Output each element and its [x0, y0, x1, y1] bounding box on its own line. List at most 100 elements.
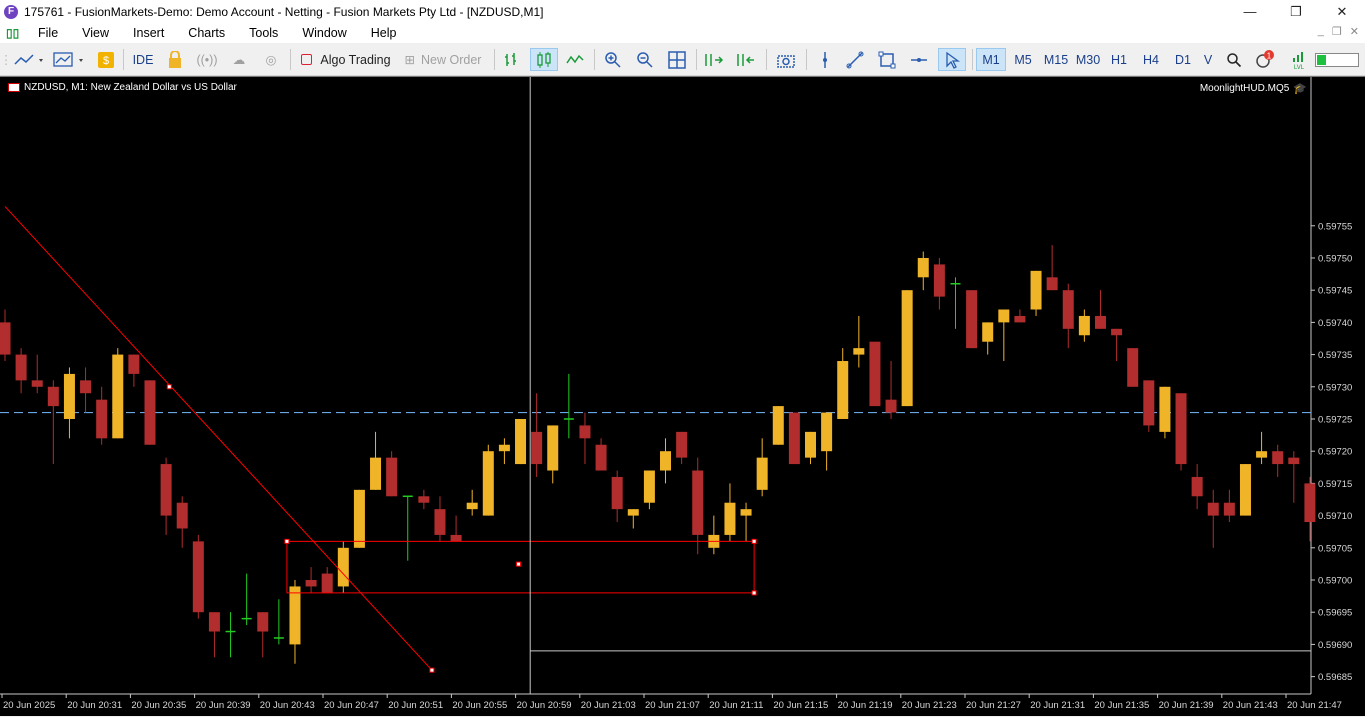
timeframe-h1[interactable]: H1: [1104, 48, 1134, 71]
candle-body: [1223, 502, 1235, 516]
menu-charts[interactable]: Charts: [176, 26, 237, 40]
candle-body: [321, 573, 333, 593]
candle-body: [740, 509, 752, 516]
candle-body: [1159, 386, 1171, 432]
time-tick-label: 20 Jun 21:11: [709, 700, 763, 711]
candle-body: [1127, 348, 1139, 387]
timeframe-m15[interactable]: M15: [1040, 48, 1072, 71]
price-tick-label: 0.59730: [1318, 382, 1352, 393]
menu-tools[interactable]: Tools: [237, 26, 290, 40]
menu-insert[interactable]: Insert: [121, 26, 176, 40]
algo-trading-button[interactable]: Algo Trading: [296, 48, 396, 71]
signal-strength-icon[interactable]: LVL: [1288, 48, 1310, 71]
trend-line-icon[interactable]: [842, 48, 868, 71]
timeframe-m5[interactable]: M5: [1008, 48, 1038, 71]
candle-body: [305, 580, 317, 587]
new-order-button[interactable]: ⊞ New Order: [398, 48, 488, 71]
mdi-restore-button[interactable]: ❐: [1332, 25, 1342, 38]
time-tick-label: 20 Jun 20:39: [196, 700, 251, 711]
candle-body: [47, 386, 59, 407]
candle-body: [1191, 476, 1203, 497]
maximize-button[interactable]: ❐: [1273, 0, 1319, 23]
timeframe-m30[interactable]: M30: [1072, 48, 1104, 71]
indicator-name: MoonlightHUD.MQ5: [1199, 83, 1290, 94]
svg-text:$: $: [103, 55, 109, 67]
strategy-tester-icon[interactable]: [162, 48, 188, 71]
zoom-in-icon[interactable]: [600, 48, 626, 71]
price-chart[interactable]: 0.59755 0.59750 0.59745 0.59740 0.59735 0.597…: [0, 77, 1365, 717]
menu-help[interactable]: Help: [359, 26, 409, 40]
market-icon[interactable]: $: [94, 48, 118, 71]
new-chart-icon[interactable]: [12, 48, 48, 71]
candle-body: [257, 612, 269, 632]
candle-body: [1111, 328, 1123, 336]
ide-button[interactable]: IDE: [128, 48, 158, 71]
cursor-tool-icon[interactable]: [938, 48, 966, 71]
tile-windows-icon[interactable]: [664, 48, 690, 71]
candle-body: [837, 361, 849, 419]
menu-window[interactable]: Window: [290, 26, 358, 40]
price-tick-label: 0.59745: [1318, 286, 1352, 297]
mdi-close-button[interactable]: ✕: [1350, 25, 1359, 38]
candle-body: [289, 586, 301, 645]
graduation-cap-icon: 🎓: [1293, 83, 1307, 95]
candle-body: [434, 509, 446, 535]
candle-body: [643, 470, 655, 503]
profiles-icon[interactable]: [50, 48, 90, 71]
price-tick-label: 0.59710: [1318, 511, 1352, 522]
vertical-line-icon[interactable]: [812, 48, 838, 71]
mdi-minimize-button[interactable]: _: [1318, 25, 1324, 38]
chart-window[interactable]: 0.59755 0.59750 0.59745 0.59740 0.59735 0.597…: [0, 76, 1365, 716]
signals-icon[interactable]: ((•)): [194, 48, 220, 71]
candle-body: [933, 264, 945, 297]
candle-body: [0, 322, 11, 355]
timeframe-d1[interactable]: D1: [1168, 48, 1198, 71]
timeframe-h4[interactable]: H4: [1136, 48, 1166, 71]
bar-chart-icon[interactable]: [498, 48, 524, 71]
menu-bar: ▯▯ File View Insert Charts Tools Window …: [0, 23, 1365, 43]
search-icon[interactable]: [1222, 48, 1246, 71]
time-tick-label: 20 Jun 20:35: [131, 700, 186, 711]
candle-body: [192, 541, 204, 613]
notifications-icon[interactable]: 1: [1252, 48, 1278, 71]
candle-body: [1014, 315, 1026, 323]
close-button[interactable]: ✕: [1319, 0, 1365, 23]
screenshot-icon[interactable]: [772, 48, 800, 71]
rectangle-handle: [516, 561, 522, 567]
price-tick-label: 0.59725: [1318, 414, 1352, 425]
vps-icon[interactable]: ☁: [226, 48, 252, 71]
candle-body: [676, 431, 688, 458]
candle-body: [15, 354, 27, 381]
chart-window-icon: ▯▯: [6, 26, 20, 40]
candle-body: [450, 534, 462, 542]
candle-body: [885, 399, 897, 413]
connection-status-icon: [1314, 48, 1360, 71]
chart-flag-icon: [8, 83, 20, 92]
candlestick-chart-icon[interactable]: [530, 48, 558, 71]
candle-body: [418, 496, 430, 503]
zoom-out-icon[interactable]: [632, 48, 658, 71]
rectangle-tool-icon[interactable]: [874, 48, 900, 71]
candle-body: [1288, 457, 1300, 465]
time-tick-label: 20 Jun 20:47: [324, 700, 379, 711]
time-tick-label: 20 Jun 21:39: [1159, 700, 1214, 711]
minimize-button[interactable]: —: [1227, 0, 1273, 23]
auto-scroll-icon[interactable]: [732, 48, 760, 71]
candle-body: [547, 425, 559, 471]
candle-body: [627, 509, 639, 516]
menu-view[interactable]: View: [70, 26, 121, 40]
timeframe-m1[interactable]: M1: [976, 48, 1006, 71]
timeframe-more[interactable]: V: [1198, 48, 1218, 71]
candle-body: [466, 502, 478, 510]
price-tick-label: 0.59750: [1318, 253, 1352, 264]
time-tick-label: 20 Jun 21:07: [645, 700, 700, 711]
line-chart-icon[interactable]: [562, 48, 588, 71]
price-tick-label: 0.59705: [1318, 543, 1352, 554]
community-icon[interactable]: ◎: [258, 48, 284, 71]
rectangle-handle: [751, 538, 757, 544]
menu-file[interactable]: File: [26, 26, 70, 40]
chart-shift-icon[interactable]: [700, 48, 728, 71]
price-tick-label: 0.59690: [1318, 640, 1352, 651]
candle-body: [353, 489, 365, 548]
horizontal-line-icon[interactable]: [906, 48, 932, 71]
